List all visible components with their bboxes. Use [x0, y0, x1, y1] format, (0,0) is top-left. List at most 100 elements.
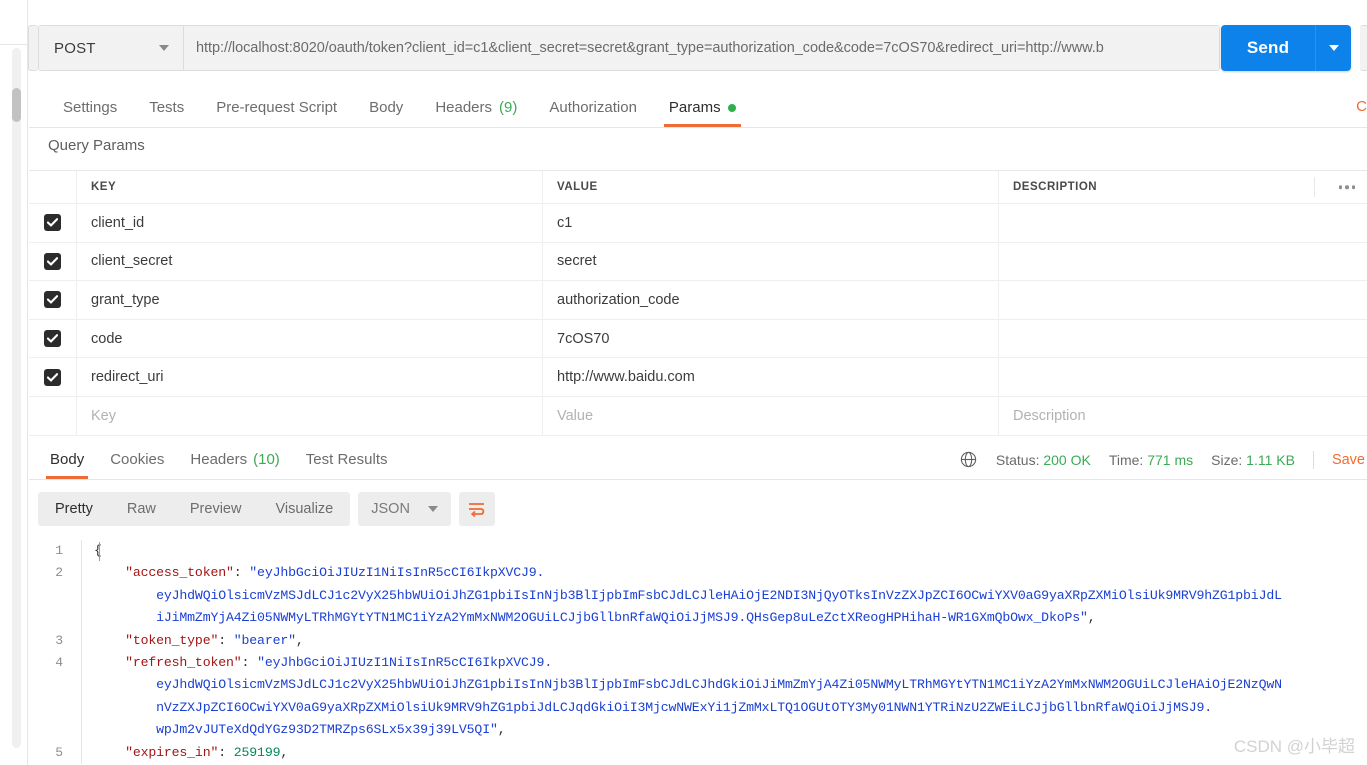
new-description-input[interactable]: Description	[999, 397, 1367, 435]
line-number: 1	[55, 543, 63, 558]
code-token: eyJhdWQiOlsicmVzMSJdLCJ1c2VyX25hbWUiOiJh…	[94, 677, 1282, 693]
modified-dot-icon	[727, 103, 736, 112]
row-value: authorization_code	[557, 291, 680, 308]
request-url-input[interactable]: http://localhost:8020/oauth/token?client…	[184, 26, 1219, 70]
vertical-scrollbar-thumb[interactable]	[12, 88, 21, 122]
save-response-button[interactable]: Save	[1332, 452, 1365, 468]
code-text: eyJhdWQiOlsicmVzMSJdLCJ1c2VyX25hbWUiOiJh…	[82, 674, 1282, 696]
row-key-cell[interactable]: redirect_uri	[77, 358, 543, 396]
response-tab-test-results[interactable]: Test Results	[293, 440, 401, 479]
vertical-scrollbar-track[interactable]	[12, 48, 21, 748]
format-button-pretty[interactable]: Pretty	[38, 492, 110, 526]
request-tab-authorization[interactable]: Authorization	[533, 88, 653, 127]
checkbox-checked-icon[interactable]	[44, 291, 61, 309]
code-line: eyJhdWQiOlsicmVzMSJdLCJ1c2VyX25hbWUiOiJh…	[29, 584, 1367, 608]
row-value-cell[interactable]: 7cOS70	[543, 319, 999, 358]
row-key: grant_type	[91, 291, 160, 308]
request-tab-settings[interactable]: Settings	[47, 88, 133, 127]
line-number	[29, 607, 81, 629]
tab-cookies-truncated[interactable]: C	[1356, 98, 1367, 115]
request-tab-body[interactable]: Body	[353, 88, 419, 127]
row-description-cell[interactable]	[999, 243, 1367, 281]
time-label: Time:	[1108, 451, 1144, 468]
http-method-select[interactable]: POST	[39, 26, 184, 70]
request-tab-tests[interactable]: Tests	[133, 88, 200, 127]
query-params-table: KEY VALUE DESCRIPTION client_id c1 client_sec…	[29, 170, 1367, 436]
row-key: code	[91, 330, 123, 347]
code-text: wpJm2vJUTeXdQdYGz93D2TMRZps6SLx5x39j39LV…	[82, 719, 506, 741]
http-method-label: POST	[54, 39, 96, 57]
new-description-placeholder: Description	[1013, 407, 1086, 424]
new-param-row[interactable]: Key Value Description	[29, 396, 1367, 436]
format-button-raw[interactable]: Raw	[110, 492, 173, 526]
response-format-toolbar: Pretty Raw Preview Visualize JSON	[38, 492, 495, 526]
format-button-visualize[interactable]: Visualize	[258, 492, 350, 526]
send-options-button[interactable]	[1315, 25, 1351, 71]
table-row[interactable]: client_id c1	[29, 204, 1367, 243]
bulk-edit-menu-button[interactable]	[1338, 185, 1355, 189]
new-key-input[interactable]: Key	[77, 396, 543, 435]
header-description-cell: DESCRIPTION	[999, 171, 1367, 203]
table-row[interactable]: code 7cOS70	[29, 319, 1367, 359]
code-token: nVzZXJpZCI6OCwiYXV0aG9yaXRpZXMiOlsiUk9MR…	[94, 699, 1212, 715]
row-key-cell[interactable]: client_id	[77, 204, 543, 242]
line-number: 2	[55, 565, 63, 581]
row-checkbox-cell[interactable]	[29, 281, 77, 319]
line-number: 4	[55, 654, 63, 670]
code-token: "refresh_token"	[125, 654, 242, 670]
response-tab-body[interactable]: Body	[37, 440, 97, 479]
row-checkbox-cell[interactable]	[29, 319, 77, 358]
response-language-select[interactable]: JSON	[358, 492, 451, 526]
request-tab-pre-request-script[interactable]: Pre-request Script	[200, 88, 353, 127]
request-tab-label: Pre-request Script	[216, 99, 338, 116]
line-number: 3	[55, 632, 63, 648]
row-value-cell[interactable]: c1	[543, 204, 999, 242]
code-line: 1{	[29, 540, 1367, 563]
row-value: secret	[557, 253, 597, 270]
request-tab-count: (9)	[499, 99, 518, 116]
request-url-text: http://localhost:8020/oauth/token?client…	[196, 40, 1104, 56]
row-checkbox-cell[interactable]	[29, 242, 77, 281]
row-key-cell[interactable]: code	[77, 319, 543, 358]
row-description-cell[interactable]	[999, 204, 1367, 242]
row-checkbox-cell[interactable]	[29, 358, 77, 396]
row-checkbox-cell[interactable]	[29, 204, 77, 242]
response-tab-cookies[interactable]: Cookies	[97, 440, 177, 479]
row-value-cell[interactable]: secret	[543, 242, 999, 281]
checkbox-checked-icon[interactable]	[44, 368, 61, 386]
table-row[interactable]: redirect_uri http://www.baidu.com	[29, 358, 1367, 397]
row-description-cell[interactable]	[999, 281, 1367, 319]
row-key-cell[interactable]: client_secret	[77, 242, 543, 281]
request-url-bar: POST http://localhost:8020/oauth/token?c…	[38, 25, 1220, 71]
row-description-cell[interactable]	[999, 320, 1367, 358]
code-token: {	[94, 543, 102, 558]
checkbox-checked-icon[interactable]	[44, 330, 61, 348]
row-key-cell[interactable]: grant_type	[77, 281, 543, 319]
request-tab-label: Headers	[435, 99, 493, 116]
row-value-cell[interactable]: http://www.baidu.com	[543, 358, 999, 396]
response-tabs: Body Cookies Headers (10) Test Results Statu…	[29, 440, 1367, 480]
response-tab-label: Test Results	[305, 451, 388, 468]
wrap-lines-button[interactable]	[458, 492, 495, 526]
new-value-placeholder: Value	[557, 407, 594, 424]
response-body-viewer[interactable]: 1{2 "access_token": "eyJhbGciOiJIUzI1NiI…	[29, 540, 1367, 765]
response-tab-headers[interactable]: Headers (10)	[177, 440, 292, 479]
table-row[interactable]: grant_type authorization_code	[29, 281, 1367, 320]
format-button-preview[interactable]: Preview	[173, 492, 259, 526]
row-description-cell[interactable]	[999, 358, 1367, 396]
request-tab-params[interactable]: Params	[653, 88, 752, 127]
request-tab-headers[interactable]: Headers (9)	[419, 88, 533, 127]
new-value-input[interactable]: Value	[543, 396, 999, 435]
table-row[interactable]: client_secret secret	[29, 242, 1367, 282]
globe-icon[interactable]	[959, 450, 978, 469]
request-tab-label: Params	[668, 99, 721, 116]
row-value-cell[interactable]: authorization_code	[543, 281, 999, 319]
postman-window: POST http://localhost:8020/oauth/token?c…	[0, 0, 1367, 765]
new-row-checkbox-cell[interactable]	[29, 396, 77, 435]
send-button[interactable]: Send	[1221, 25, 1315, 71]
header-key: KEY	[77, 171, 543, 203]
checkbox-checked-icon[interactable]	[44, 214, 61, 232]
checkbox-checked-icon[interactable]	[44, 252, 61, 270]
